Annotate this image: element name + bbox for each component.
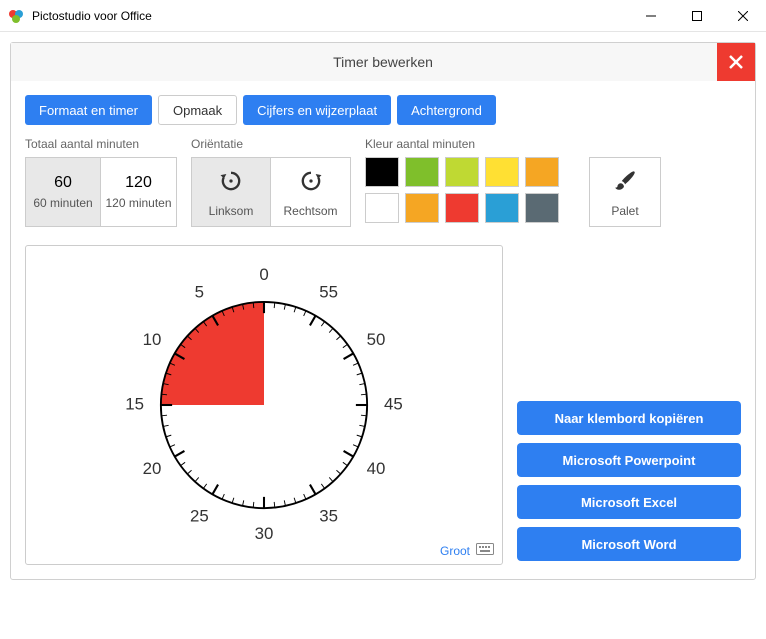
color-swatch-5[interactable]	[365, 193, 399, 223]
svg-text:5: 5	[195, 282, 204, 301]
rotate-ccw-icon	[217, 167, 245, 200]
export-button-2[interactable]: Microsoft Excel	[517, 485, 741, 519]
orientation-group-label: Oriëntatie	[191, 137, 351, 151]
brush-icon	[612, 167, 638, 198]
size-label[interactable]: Groot	[440, 544, 470, 558]
tab-2[interactable]: Cijfers en wijzerplaat	[243, 95, 391, 125]
rotate-cw-icon	[297, 167, 325, 200]
maximize-button[interactable]	[674, 0, 720, 32]
palette-label: Palet	[611, 204, 638, 218]
svg-text:25: 25	[190, 506, 209, 525]
svg-text:30: 30	[255, 524, 274, 543]
svg-text:40: 40	[367, 459, 386, 478]
color-swatch-2[interactable]	[445, 157, 479, 187]
dialog-close-button[interactable]	[717, 43, 755, 81]
export-button-1[interactable]: Microsoft Powerpoint	[517, 443, 741, 477]
dialog-title: Timer bewerken	[333, 54, 433, 70]
color-swatch-3[interactable]	[485, 157, 519, 187]
svg-text:35: 35	[319, 506, 338, 525]
color-swatch-4[interactable]	[525, 157, 559, 187]
color-swatch-9[interactable]	[525, 193, 559, 223]
color-swatch-1[interactable]	[405, 157, 439, 187]
svg-text:20: 20	[143, 459, 162, 478]
svg-text:55: 55	[319, 282, 338, 301]
color-swatch-8[interactable]	[485, 193, 519, 223]
window-title: Pictostudio voor Office	[32, 9, 628, 23]
color-swatch-7[interactable]	[445, 193, 479, 223]
app-icon	[8, 8, 24, 24]
spacer-label	[589, 137, 661, 151]
minutes-option-60[interactable]: 6060 minuten	[25, 157, 101, 227]
color-swatch-0[interactable]	[365, 157, 399, 187]
export-button-0[interactable]: Naar klembord kopiëren	[517, 401, 741, 435]
svg-text:15: 15	[125, 394, 144, 413]
color-swatch-6[interactable]	[405, 193, 439, 223]
svg-text:50: 50	[367, 330, 386, 349]
minutes-group-label: Totaal aantal minuten	[25, 137, 177, 151]
colors-group-label: Kleur aantal minuten	[365, 137, 575, 151]
tab-3[interactable]: Achtergrond	[397, 95, 496, 125]
tab-0[interactable]: Formaat en timer	[25, 95, 152, 125]
palette-button[interactable]: Palet	[589, 157, 661, 227]
orientation-cw[interactable]: Rechtsom	[271, 157, 351, 227]
svg-text:45: 45	[384, 394, 403, 413]
tab-1[interactable]: Opmaak	[158, 95, 237, 125]
keyboard-icon[interactable]	[476, 543, 494, 558]
orientation-ccw[interactable]: Linksom	[191, 157, 271, 227]
svg-text:0: 0	[259, 265, 268, 284]
timer-preview: 0 5 10 15 20 25 30 35 40 45 50 55 Groot	[25, 245, 503, 565]
minimize-button[interactable]	[628, 0, 674, 32]
export-button-3[interactable]: Microsoft Word	[517, 527, 741, 561]
svg-text:10: 10	[143, 330, 162, 349]
minutes-option-120[interactable]: 120120 minuten	[101, 157, 177, 227]
window-close-button[interactable]	[720, 0, 766, 32]
